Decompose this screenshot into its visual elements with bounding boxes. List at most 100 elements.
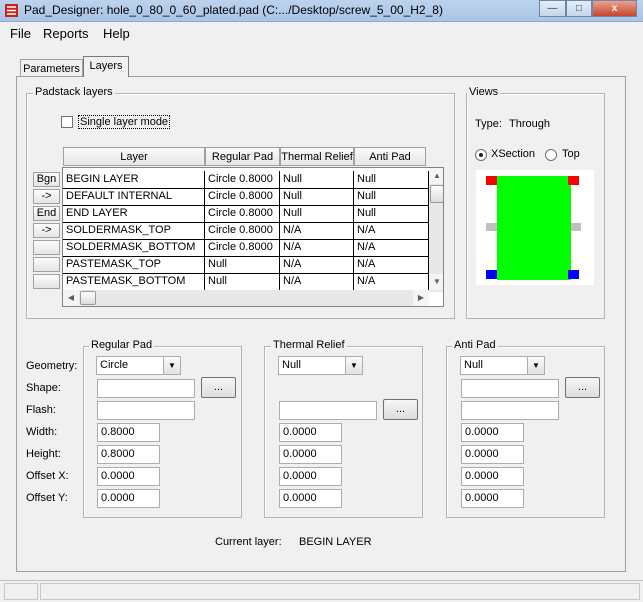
horizontal-scroll-thumb[interactable] bbox=[80, 291, 96, 305]
cell-anti-pad[interactable]: N/A bbox=[354, 239, 429, 256]
column-header-regular-pad[interactable]: Regular Pad bbox=[205, 147, 280, 166]
anti-pad-shape-browse-button[interactable]: ... bbox=[565, 377, 600, 398]
row-button[interactable] bbox=[33, 240, 60, 255]
cell-layer[interactable]: END LAYER bbox=[63, 205, 205, 222]
anti-pad-width-input[interactable]: 0.0000 bbox=[461, 423, 524, 442]
row-button[interactable] bbox=[33, 274, 60, 289]
cell-thermal-relief[interactable]: Null bbox=[280, 171, 354, 188]
cell-anti-pad[interactable]: N/A bbox=[354, 273, 429, 290]
flash-label: Flash: bbox=[26, 404, 56, 416]
cell-regular-pad[interactable]: Null bbox=[205, 256, 280, 273]
cell-layer[interactable]: PASTEMASK_BOTTOM bbox=[63, 273, 205, 290]
regular-pad-offset-y-input[interactable]: 0.0000 bbox=[97, 489, 160, 508]
cell-regular-pad[interactable]: Circle 0.8000 bbox=[205, 188, 280, 205]
cell-regular-pad[interactable]: Circle 0.8000 bbox=[205, 171, 280, 188]
cell-layer[interactable]: PASTEMASK_TOP bbox=[63, 256, 205, 273]
table-row[interactable]: DEFAULT INTERNAL Circle 0.8000 Null Null bbox=[63, 188, 429, 206]
cell-thermal-relief[interactable]: N/A bbox=[280, 239, 354, 256]
regular-pad-shape-browse-button[interactable]: ... bbox=[201, 377, 236, 398]
menu-help[interactable]: Help bbox=[103, 26, 130, 41]
cell-regular-pad[interactable]: Circle 0.8000 bbox=[205, 239, 280, 256]
row-button[interactable] bbox=[33, 257, 60, 272]
cell-regular-pad[interactable]: Null bbox=[205, 273, 280, 290]
begin-layer-button[interactable]: Bgn bbox=[33, 172, 60, 187]
offset-y-label: Offset Y: bbox=[26, 492, 68, 504]
thermal-relief-offset-y-input[interactable]: 0.0000 bbox=[279, 489, 342, 508]
regular-pad-geometry-select[interactable]: Circle ▼ bbox=[96, 356, 181, 375]
cell-anti-pad[interactable]: Null bbox=[354, 188, 429, 205]
regular-pad-flash-input[interactable] bbox=[97, 401, 195, 420]
single-layer-mode-label[interactable]: Single layer mode bbox=[78, 115, 171, 129]
regular-pad-width-input[interactable]: 0.8000 bbox=[97, 423, 160, 442]
maximize-button[interactable]: □ bbox=[566, 0, 592, 17]
pad-cross-section bbox=[497, 176, 571, 280]
anti-pad-height-input[interactable]: 0.0000 bbox=[461, 445, 524, 464]
column-header-layer[interactable]: Layer bbox=[63, 147, 205, 166]
thermal-relief-offset-x-input[interactable]: 0.0000 bbox=[279, 467, 342, 486]
single-layer-mode-checkbox[interactable] bbox=[61, 116, 73, 128]
end-layer-button[interactable]: End bbox=[33, 206, 60, 221]
thermal-relief-geometry-select[interactable]: Null ▼ bbox=[278, 356, 363, 375]
regular-pad-offset-x-input[interactable]: 0.0000 bbox=[97, 467, 160, 486]
cell-anti-pad[interactable]: Null bbox=[354, 205, 429, 222]
scroll-down-arrow-icon[interactable]: ▼ bbox=[429, 274, 443, 290]
cell-anti-pad[interactable]: Null bbox=[354, 171, 429, 188]
cell-regular-pad[interactable]: Circle 0.8000 bbox=[205, 205, 280, 222]
type-value: Through bbox=[509, 118, 550, 130]
menu-file[interactable]: File bbox=[10, 26, 31, 41]
table-row[interactable]: END LAYER Circle 0.8000 Null Null bbox=[63, 205, 429, 223]
cell-thermal-relief[interactable]: N/A bbox=[280, 256, 354, 273]
row-arrow-button[interactable]: -> bbox=[33, 223, 60, 238]
row-arrow-button[interactable]: -> bbox=[33, 189, 60, 204]
cell-thermal-relief[interactable]: Null bbox=[280, 188, 354, 205]
column-header-anti-pad[interactable]: Anti Pad bbox=[354, 147, 426, 166]
tab-parameters[interactable]: Parameters bbox=[20, 59, 83, 76]
table-row[interactable]: PASTEMASK_BOTTOM Null N/A N/A bbox=[63, 273, 429, 291]
scroll-left-arrow-icon[interactable]: ◀ bbox=[63, 290, 79, 306]
thermal-relief-height-input[interactable]: 0.0000 bbox=[279, 445, 342, 464]
xsection-radio[interactable] bbox=[475, 149, 487, 161]
table-row[interactable]: BEGIN LAYER Circle 0.8000 Null Null bbox=[63, 171, 429, 189]
table-row[interactable]: SOLDERMASK_TOP Circle 0.8000 N/A N/A bbox=[63, 222, 429, 240]
scroll-up-arrow-icon[interactable]: ▲ bbox=[429, 168, 443, 184]
cell-anti-pad[interactable]: N/A bbox=[354, 256, 429, 273]
close-button[interactable]: x bbox=[592, 0, 637, 17]
thermal-relief-flash-input[interactable] bbox=[279, 401, 377, 420]
anti-pad-offset-y-input[interactable]: 0.0000 bbox=[461, 489, 524, 508]
offset-x-label: Offset X: bbox=[26, 470, 69, 482]
cell-anti-pad[interactable]: N/A bbox=[354, 222, 429, 239]
thermal-relief-width-input[interactable]: 0.0000 bbox=[279, 423, 342, 442]
regular-pad-label: Regular Pad bbox=[89, 339, 155, 351]
scroll-right-arrow-icon[interactable]: ▶ bbox=[413, 290, 429, 306]
grid-vertical-scrollbar[interactable]: ▲ ▼ bbox=[429, 168, 443, 292]
cell-layer[interactable]: DEFAULT INTERNAL bbox=[63, 188, 205, 205]
table-row[interactable]: SOLDERMASK_BOTTOM Circle 0.8000 N/A N/A bbox=[63, 239, 429, 257]
regular-pad-shape-input[interactable] bbox=[97, 379, 195, 398]
current-layer-value: BEGIN LAYER bbox=[299, 536, 372, 548]
grid-horizontal-scrollbar[interactable]: ◀ ▶ bbox=[63, 290, 429, 306]
menu-reports[interactable]: Reports bbox=[43, 26, 89, 41]
anti-pad-flash-input[interactable] bbox=[461, 401, 559, 420]
cell-thermal-relief[interactable]: Null bbox=[280, 205, 354, 222]
column-header-thermal-relief[interactable]: Thermal Relief bbox=[280, 147, 354, 166]
xsection-label[interactable]: XSection bbox=[491, 148, 535, 160]
top-layer-marker-left bbox=[486, 176, 497, 185]
cell-layer[interactable]: BEGIN LAYER bbox=[63, 171, 205, 188]
tab-layers[interactable]: Layers bbox=[83, 56, 129, 77]
cell-layer[interactable]: SOLDERMASK_BOTTOM bbox=[63, 239, 205, 256]
cell-thermal-relief[interactable]: N/A bbox=[280, 273, 354, 290]
cell-regular-pad[interactable]: Circle 0.8000 bbox=[205, 222, 280, 239]
anti-pad-offset-x-input[interactable]: 0.0000 bbox=[461, 467, 524, 486]
anti-pad-geometry-select[interactable]: Null ▼ bbox=[460, 356, 545, 375]
anti-pad-shape-input[interactable] bbox=[461, 379, 559, 398]
thermal-relief-flash-browse-button[interactable]: ... bbox=[383, 399, 418, 420]
table-row[interactable]: PASTEMASK_TOP Null N/A N/A bbox=[63, 256, 429, 274]
regular-pad-height-input[interactable]: 0.8000 bbox=[97, 445, 160, 464]
minimize-button[interactable]: — bbox=[539, 0, 566, 17]
vertical-scroll-thumb[interactable] bbox=[430, 185, 443, 203]
top-radio[interactable] bbox=[545, 149, 557, 161]
bottom-layer-marker-left bbox=[486, 270, 497, 279]
cell-thermal-relief[interactable]: N/A bbox=[280, 222, 354, 239]
cell-layer[interactable]: SOLDERMASK_TOP bbox=[63, 222, 205, 239]
top-label[interactable]: Top bbox=[562, 148, 580, 160]
